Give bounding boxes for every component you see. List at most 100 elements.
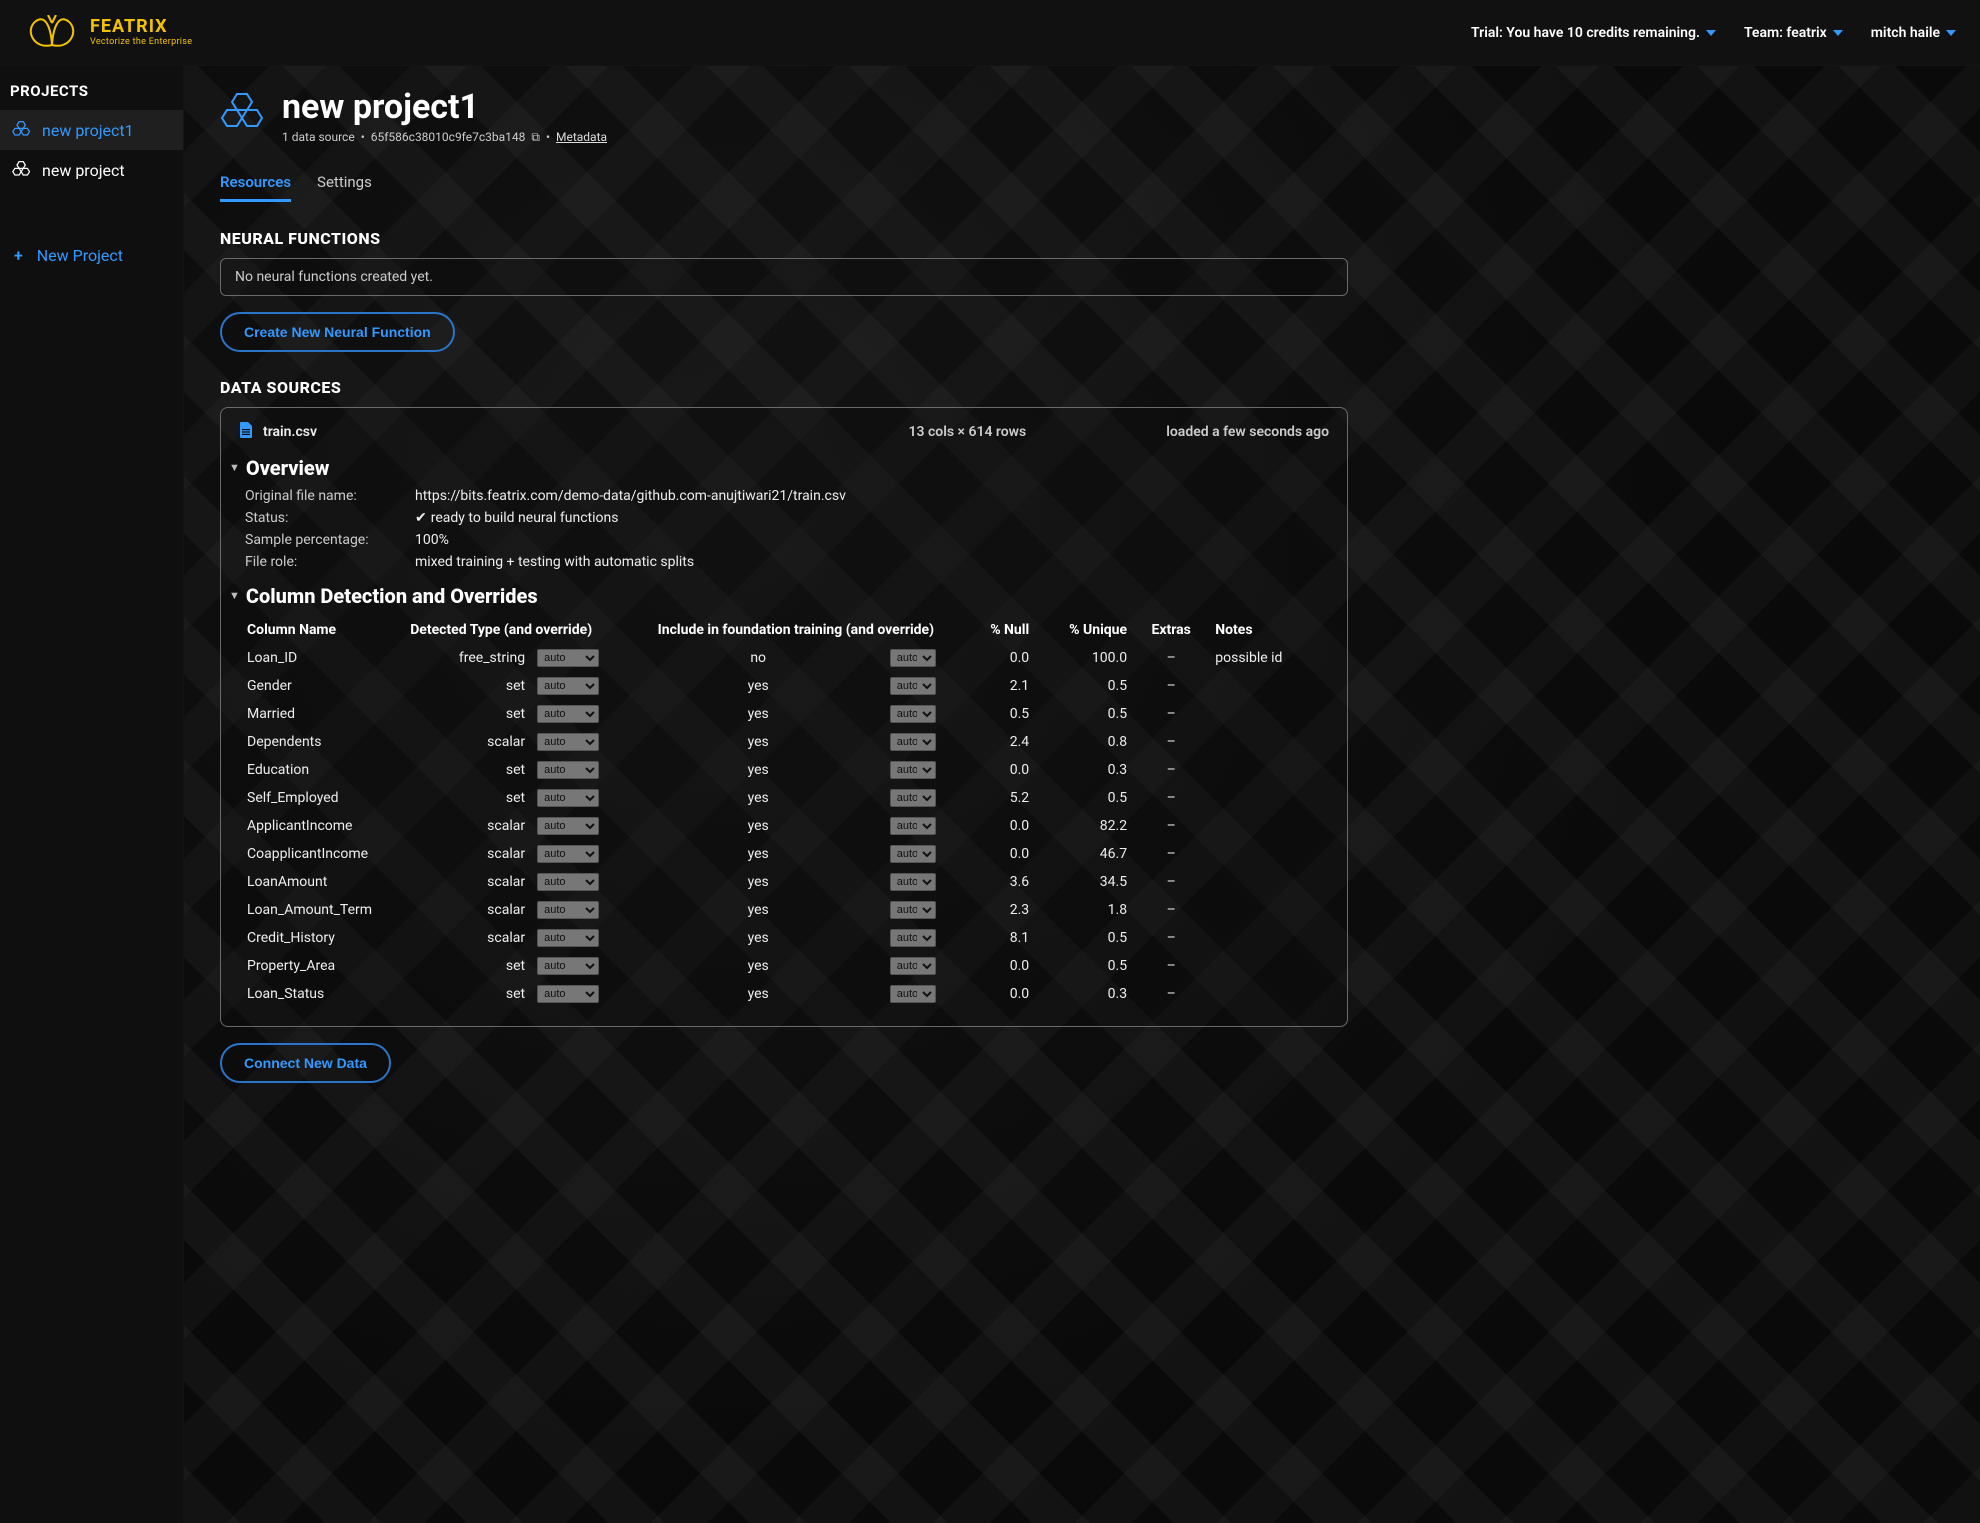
project-header: new project1 1 data source • 65f586c3801… [220,90,1348,145]
status-label: Status: [245,510,395,526]
logo-text: FEATRIX Vectorize the Enterprise [90,18,192,47]
dtype-override-select[interactable]: auto [537,649,599,667]
data-source-header: train.csv 13 cols × 614 rows loaded a fe… [239,422,1329,442]
topbar: FEATRIX Vectorize the Enterprise Trial: … [0,0,1980,66]
data-source-filename: train.csv [263,424,317,440]
col-include: yes [633,924,884,952]
column-detection-heading: Column Detection and Overrides [246,584,538,608]
dtype-override-select[interactable]: auto [537,789,599,807]
connect-new-data-button[interactable]: Connect New Data [220,1043,391,1083]
dtype-override-select[interactable]: auto [537,873,599,891]
col-notes [1209,896,1329,924]
include-override-select[interactable]: auto [890,873,936,891]
dtype-override-select[interactable]: auto [537,761,599,779]
col-include: yes [633,784,884,812]
table-row: Loan_Amount_Termscalarautoyesauto2.31.8– [241,896,1329,924]
col-null: 3.6 [959,868,1035,896]
table-row: Educationsetautoyesauto0.00.3– [241,756,1329,784]
original-file-value: https://bits.featrix.com/demo-data/githu… [415,488,1329,504]
col-header-detected: Detected Type (and override) [404,616,632,644]
column-detection-toggle[interactable]: ▼ Column Detection and Overrides [229,584,1329,608]
project-sources-count: 1 data source [282,130,355,144]
dtype-override-select[interactable]: auto [537,733,599,751]
overview-toggle[interactable]: ▼ Overview [229,456,1329,480]
col-unique: 34.5 [1035,868,1133,896]
table-row: Loan_Statussetautoyesauto0.00.3– [241,980,1329,1008]
project-hex-icon [12,160,32,180]
trial-credits-dropdown[interactable]: Trial: You have 10 credits remaining. [1471,25,1716,41]
user-menu-dropdown[interactable]: mitch haile [1871,25,1956,41]
col-header-extras: Extras [1133,616,1209,644]
include-override-select[interactable]: auto [890,845,936,863]
dtype-override-select[interactable]: auto [537,677,599,695]
metadata-link[interactable]: Metadata [556,130,607,144]
dtype-override-select[interactable]: auto [537,705,599,723]
tab-settings[interactable]: Settings [317,165,372,202]
col-name: Gender [241,672,404,700]
col-dtype: scalar [404,896,531,924]
include-override-select[interactable]: auto [890,649,936,667]
sidebar-item[interactable]: new project [0,150,183,190]
table-row: Dependentsscalarautoyesauto2.40.8– [241,728,1329,756]
col-null: 8.1 [959,924,1035,952]
column-table: Column Name Detected Type (and override)… [241,616,1329,1008]
col-extras: – [1133,784,1209,812]
col-dtype: scalar [404,728,531,756]
plus-icon: + [14,246,23,265]
include-override-select[interactable]: auto [890,761,936,779]
neural-functions-empty: No neural functions created yet. [235,269,433,285]
col-dtype: set [404,980,531,1008]
col-extras: – [1133,812,1209,840]
col-extras: – [1133,840,1209,868]
logo[interactable]: FEATRIX Vectorize the Enterprise [24,15,192,51]
col-notes [1209,924,1329,952]
col-notes [1209,868,1329,896]
col-include: yes [633,756,884,784]
dtype-override-select[interactable]: auto [537,845,599,863]
col-notes [1209,672,1329,700]
col-null: 0.0 [959,756,1035,784]
col-include: yes [633,980,884,1008]
dtype-override-select[interactable]: auto [537,957,599,975]
create-neural-function-button[interactable]: Create New Neural Function [220,312,455,352]
col-unique: 0.3 [1035,756,1133,784]
table-row: Credit_Historyscalarautoyesauto8.10.5– [241,924,1329,952]
table-row: CoapplicantIncomescalarautoyesauto0.046.… [241,840,1329,868]
col-notes: possible id [1209,644,1329,672]
include-override-select[interactable]: auto [890,789,936,807]
include-override-select[interactable]: auto [890,985,936,1003]
include-override-select[interactable]: auto [890,817,936,835]
table-row: Marriedsetautoyesauto0.50.5– [241,700,1329,728]
new-project-button[interactable]: + New Project [0,228,183,283]
col-dtype: set [404,952,531,980]
project-icon [220,90,268,138]
brand-tagline: Vectorize the Enterprise [90,38,192,47]
col-include: yes [633,868,884,896]
dtype-override-select[interactable]: auto [537,901,599,919]
dtype-override-select[interactable]: auto [537,817,599,835]
col-include: yes [633,812,884,840]
col-null: 0.0 [959,812,1035,840]
include-override-select[interactable]: auto [890,677,936,695]
sample-pct-value: 100% [415,532,1329,548]
copy-id-icon[interactable]: ⧉ [531,130,540,145]
team-dropdown[interactable]: Team: featrix [1744,25,1843,41]
dtype-override-select[interactable]: auto [537,929,599,947]
file-icon [239,422,253,442]
neural-functions-heading: NEURAL FUNCTIONS [220,229,1348,248]
col-name: Loan_ID [241,644,404,672]
include-override-select[interactable]: auto [890,901,936,919]
col-name: CoapplicantIncome [241,840,404,868]
col-name: Loan_Amount_Term [241,896,404,924]
include-override-select[interactable]: auto [890,705,936,723]
include-override-select[interactable]: auto [890,929,936,947]
tab-resources[interactable]: Resources [220,165,291,202]
sidebar-item-label: new project1 [42,121,134,140]
chevron-down-icon [1946,30,1956,36]
dtype-override-select[interactable]: auto [537,985,599,1003]
sidebar-item[interactable]: new project1 [0,110,183,150]
include-override-select[interactable]: auto [890,957,936,975]
table-row: LoanAmountscalarautoyesauto3.634.5– [241,868,1329,896]
col-include: yes [633,672,884,700]
include-override-select[interactable]: auto [890,733,936,751]
